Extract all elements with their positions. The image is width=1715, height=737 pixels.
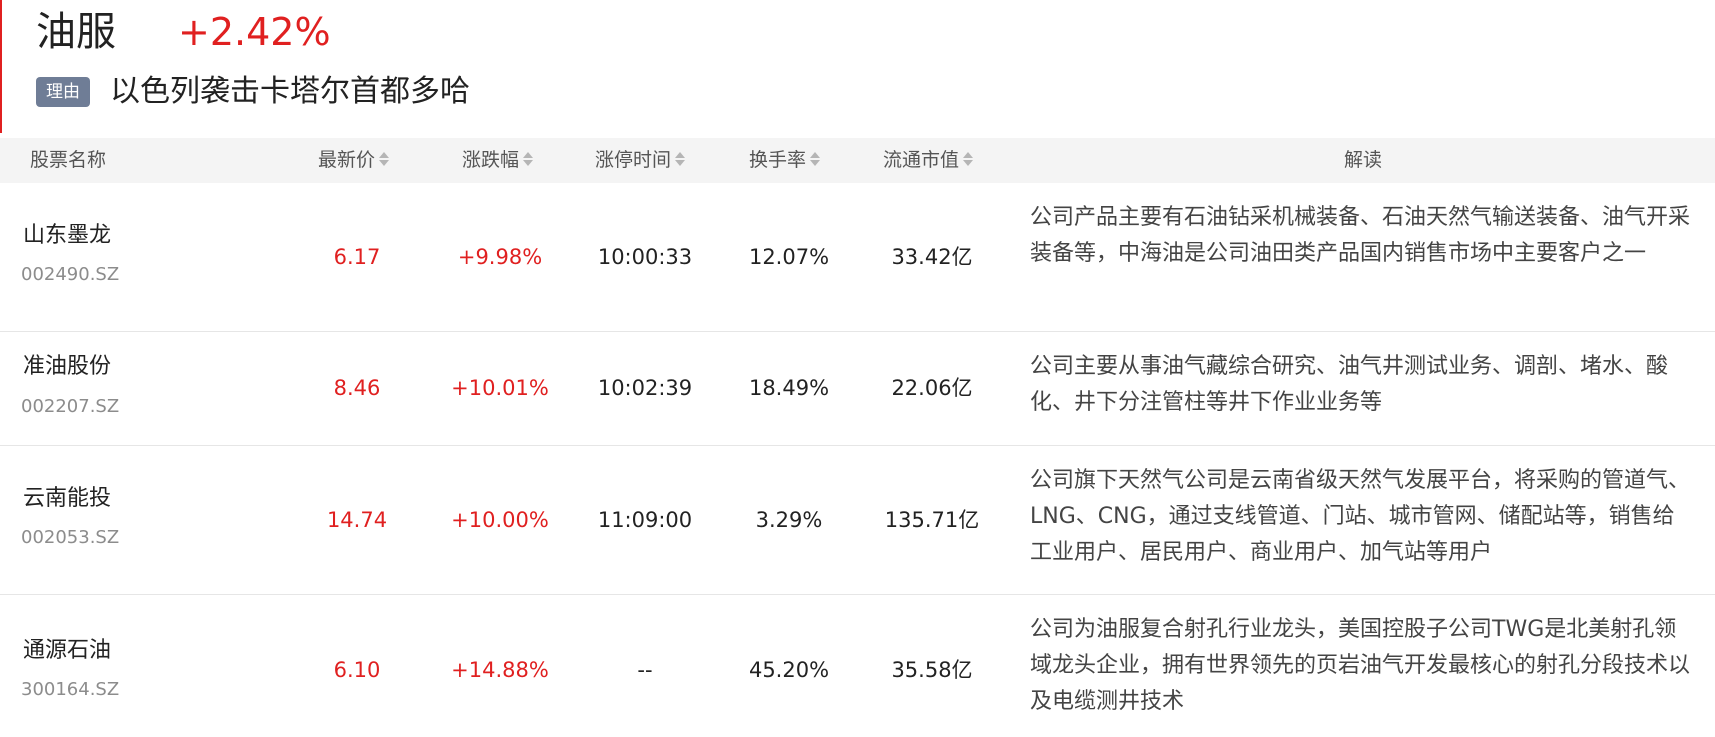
sort-updown-icon[interactable]: [809, 150, 821, 168]
latest-price: 8.46: [333, 376, 381, 400]
limit-up-time: 11:09:00: [597, 508, 693, 532]
sort-updown-icon[interactable]: [522, 150, 534, 168]
stock-code: 002490.SZ: [21, 264, 120, 285]
column-header-limit-time[interactable]: 涨停时间: [595, 138, 686, 183]
table-row[interactable]: 准油股份 002207.SZ 8.46 +10.01% 10:02:39 18.…: [0, 332, 1715, 446]
stock-name[interactable]: 山东墨龙: [23, 223, 111, 249]
column-header-float-cap[interactable]: 流通市值: [883, 138, 974, 183]
sort-updown-icon[interactable]: [674, 150, 686, 168]
table-header: 股票名称 最新价 涨跌幅 涨停时间 换手率 流通市值 解读: [0, 138, 1715, 183]
column-header-price[interactable]: 最新价: [318, 138, 390, 183]
reason-tag: 理由: [36, 77, 90, 107]
change-percent: +10.01%: [451, 376, 549, 400]
column-header-name: 股票名称: [30, 149, 107, 171]
stock-name[interactable]: 云南能投: [23, 486, 111, 512]
stock-code: 300164.SZ: [21, 679, 120, 700]
column-header-change[interactable]: 涨跌幅: [462, 138, 534, 183]
column-header-turnover[interactable]: 换手率: [749, 138, 821, 183]
float-market-cap: 135.71亿: [884, 508, 980, 532]
stock-name[interactable]: 准油股份: [23, 354, 111, 380]
table-row[interactable]: 云南能投 002053.SZ 14.74 +10.00% 11:09:00 3.…: [0, 446, 1715, 595]
table-row[interactable]: 通源石油 300164.SZ 6.10 +14.88% -- 45.20% 35…: [0, 595, 1715, 737]
column-header-analysis: 解读: [1344, 149, 1383, 171]
table-row[interactable]: 山东墨龙 002490.SZ 6.17 +9.98% 10:00:33 12.0…: [0, 183, 1715, 332]
latest-price: 14.74: [326, 508, 388, 532]
limit-up-time: 10:02:39: [597, 376, 693, 400]
float-market-cap: 33.42亿: [891, 245, 973, 269]
analysis-text: 公司为油服复合射孔行业龙头，美国控股子公司TWG是北美射孔领域龙头企业，拥有世界…: [1030, 617, 1691, 714]
stock-name[interactable]: 通源石油: [23, 638, 111, 664]
sort-updown-icon[interactable]: [962, 150, 974, 168]
float-market-cap: 22.06亿: [891, 376, 973, 400]
latest-price: 6.10: [333, 658, 381, 682]
turnover-rate: 3.29%: [755, 508, 823, 532]
sort-updown-icon[interactable]: [378, 150, 390, 168]
stock-code: 002207.SZ: [21, 396, 120, 417]
turnover-rate: 45.20%: [748, 658, 830, 682]
accent-bar: [0, 0, 2, 133]
stock-code: 002053.SZ: [21, 527, 120, 548]
sector-title: 油服: [36, 9, 116, 55]
change-percent: +14.88%: [451, 658, 549, 682]
limit-up-time: 10:00:33: [597, 245, 693, 269]
turnover-rate: 18.49%: [748, 376, 830, 400]
sector-change: +2.42%: [178, 10, 331, 54]
reason-text: 以色列袭击卡塔尔首都多哈: [110, 74, 470, 109]
latest-price: 6.17: [333, 245, 381, 269]
analysis-text: 公司主要从事油气藏综合研究、油气井测试业务、调剖、堵水、酸化、井下分注管柱等井下…: [1030, 354, 1669, 415]
analysis-text: 公司旗下天然气公司是云南省级天然气发展平台，将采购的管道气、LNG、CNG，通过…: [1030, 468, 1691, 565]
change-percent: +9.98%: [457, 245, 543, 269]
change-percent: +10.00%: [451, 508, 549, 532]
float-market-cap: 35.58亿: [891, 658, 973, 682]
analysis-text: 公司产品主要有石油钻采机械装备、石油天然气输送装备、油气开采装备等，中海油是公司…: [1030, 205, 1691, 266]
turnover-rate: 12.07%: [748, 245, 830, 269]
limit-up-time: --: [637, 658, 653, 682]
